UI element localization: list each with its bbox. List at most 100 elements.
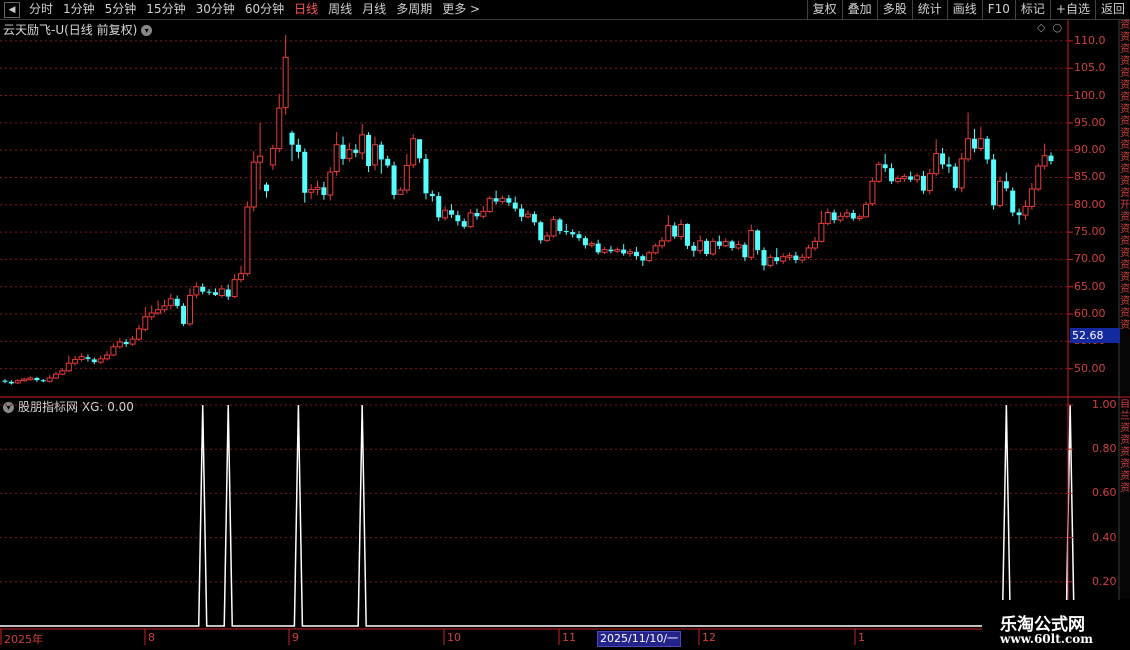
candle-155 xyxy=(991,154,997,210)
candle-82 xyxy=(525,210,531,219)
candle-22 xyxy=(142,306,149,332)
candle-30 xyxy=(193,282,200,299)
candle-129 xyxy=(824,208,831,226)
candle-13 xyxy=(85,354,91,362)
candle-37 xyxy=(237,265,244,283)
candle-105 xyxy=(672,222,678,239)
candle-4 xyxy=(27,376,34,381)
candle-160 xyxy=(1022,200,1029,221)
candle-32 xyxy=(206,288,212,295)
candle-100 xyxy=(640,254,646,266)
candle-95 xyxy=(608,245,614,254)
candle-134 xyxy=(856,214,863,222)
candle-88 xyxy=(563,223,569,235)
candle-0 xyxy=(2,379,8,384)
candle-121 xyxy=(774,247,780,265)
candle-106 xyxy=(678,219,685,240)
candle-78 xyxy=(499,195,506,204)
candle-69 xyxy=(442,206,449,221)
candle-38 xyxy=(244,201,251,276)
price-tick-label: 105.0 xyxy=(1074,61,1106,75)
candle-149 xyxy=(952,163,958,191)
candle-27 xyxy=(174,295,180,309)
candle-112 xyxy=(716,235,722,250)
candle-73 xyxy=(467,209,474,228)
candle-53 xyxy=(340,136,346,165)
candle-76 xyxy=(486,196,493,213)
candle-111 xyxy=(709,238,716,256)
candle-58 xyxy=(371,136,378,171)
date-tick-label: 11 xyxy=(562,631,576,644)
candle-139 xyxy=(889,163,895,185)
candle-125 xyxy=(799,253,806,263)
candle-144 xyxy=(920,170,926,194)
candle-156 xyxy=(996,176,1003,208)
candle-63 xyxy=(403,154,410,194)
candle-124 xyxy=(793,251,799,264)
xg-line xyxy=(0,404,1075,627)
candle-1 xyxy=(8,380,14,385)
candle-143 xyxy=(914,173,921,183)
candle-36 xyxy=(231,274,238,299)
candle-96 xyxy=(614,247,621,253)
candle-161 xyxy=(1028,182,1035,210)
ind-tick-label: 0.20 xyxy=(1092,574,1117,588)
candle-102 xyxy=(652,243,659,255)
price-tick-label: 85.00 xyxy=(1074,170,1106,184)
candle-145 xyxy=(926,168,933,195)
candle-20 xyxy=(129,335,136,346)
candle-148 xyxy=(946,156,952,174)
candle-52 xyxy=(333,132,340,176)
candle-142 xyxy=(908,171,914,182)
candle-6 xyxy=(40,379,46,383)
price-tick-label: 60.00 xyxy=(1074,307,1106,321)
indicator-line xyxy=(0,404,1075,627)
candle-48 xyxy=(308,184,315,200)
candle-29 xyxy=(186,288,193,327)
candle-89 xyxy=(570,229,576,238)
candle-110 xyxy=(704,238,710,257)
candle-122 xyxy=(780,253,787,264)
candle-28 xyxy=(181,303,187,327)
price-tick-label: 110.0 xyxy=(1074,33,1106,47)
candle-75 xyxy=(480,205,487,219)
candle-157 xyxy=(1003,172,1009,192)
candle-114 xyxy=(729,239,735,251)
candle-83 xyxy=(531,211,537,226)
candle-92 xyxy=(588,241,595,248)
candle-25 xyxy=(161,299,168,313)
candle-61 xyxy=(391,161,397,200)
candle-46 xyxy=(295,138,301,159)
candle-140 xyxy=(894,175,901,184)
candle-159 xyxy=(1016,208,1022,225)
candle-67 xyxy=(429,190,435,202)
chart-frame xyxy=(0,20,1130,650)
candle-31 xyxy=(200,283,206,295)
candle-7 xyxy=(46,375,53,383)
candle-59 xyxy=(378,141,384,174)
candle-14 xyxy=(91,357,97,365)
candle-47 xyxy=(302,148,308,203)
chart-canvas xyxy=(0,20,1130,650)
candle-146 xyxy=(933,139,940,176)
candle-119 xyxy=(761,247,767,271)
candle-49 xyxy=(314,180,321,195)
candle-16 xyxy=(104,351,111,361)
candle-77 xyxy=(493,190,499,205)
candle-85 xyxy=(544,232,551,242)
candle-154 xyxy=(984,135,990,164)
candle-33 xyxy=(212,288,218,297)
candle-107 xyxy=(684,223,690,250)
candle-44 xyxy=(282,34,289,115)
candle-71 xyxy=(455,210,461,226)
candle-98 xyxy=(627,248,634,257)
candle-151 xyxy=(965,112,972,162)
candle-101 xyxy=(646,250,653,263)
candle-80 xyxy=(512,196,518,212)
candle-138 xyxy=(882,154,888,173)
candle-113 xyxy=(722,238,729,247)
price-tick-label: 75.00 xyxy=(1074,225,1106,239)
candle-24 xyxy=(155,300,162,316)
current-price-badge: 52.68 xyxy=(1070,328,1122,343)
candle-153 xyxy=(977,126,984,151)
